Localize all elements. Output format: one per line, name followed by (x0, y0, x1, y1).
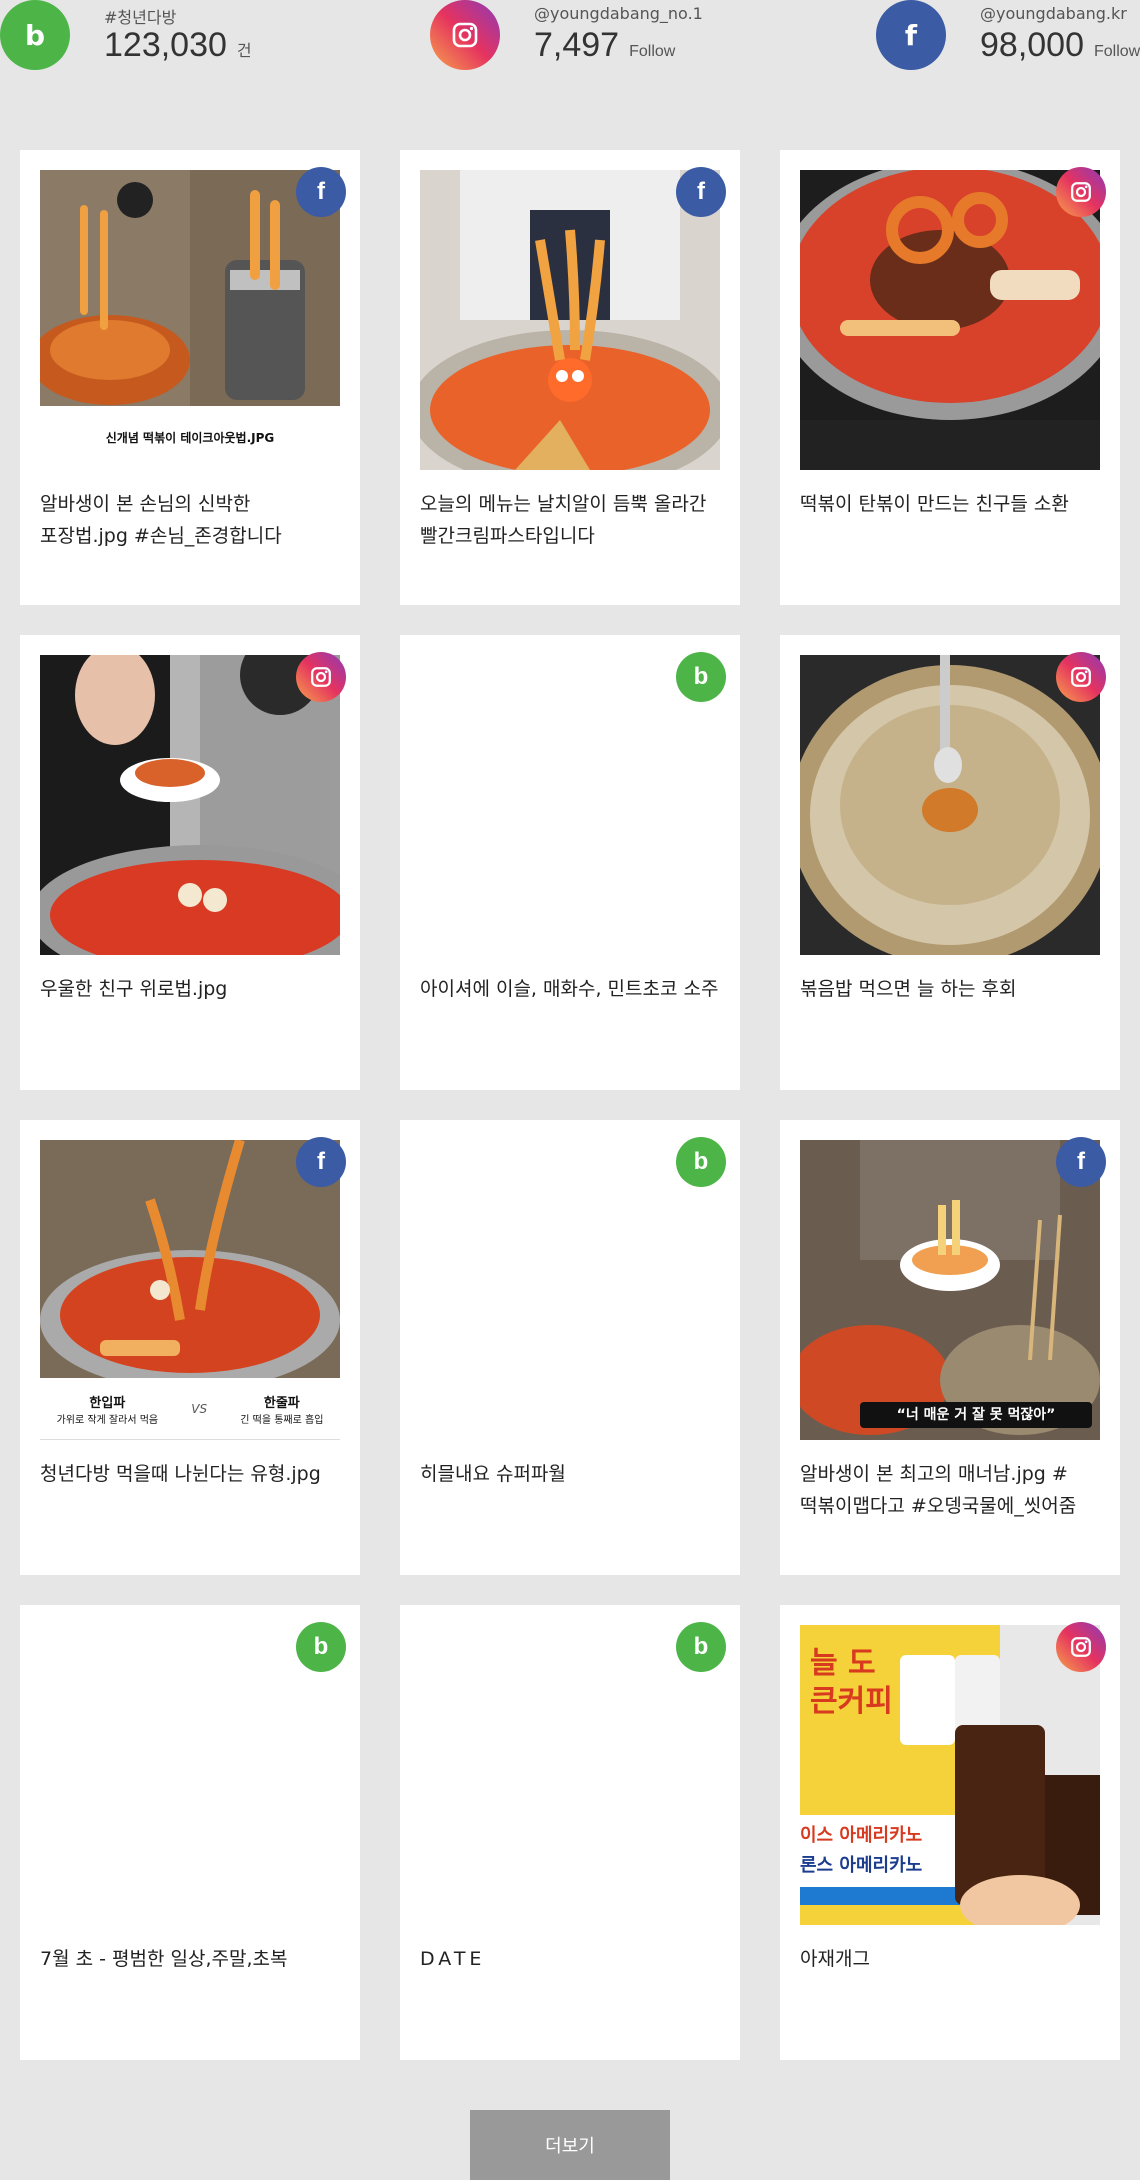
image-caption: 한입파가위로 작게 잘라서 먹음 VS 한줄파긴 떡을 통째로 흡입 (40, 1378, 340, 1440)
post-image[interactable]: 신개념 떡볶이 테이크아웃법.JPG (40, 170, 340, 470)
post-image[interactable] (40, 655, 340, 955)
post-card[interactable]: b 아이셔에 이슬, 매화수, 민트초코 소주 (400, 635, 740, 1090)
blog-icon[interactable]: b (296, 1622, 346, 1672)
post-card[interactable]: b 히믈내요 슈퍼파월 (400, 1120, 740, 1575)
type-vs: VS (191, 1401, 208, 1416)
instagram-handle: @youngdabang_no.1 (534, 4, 703, 23)
post-title[interactable]: 우울한 친구 위로법.jpg (40, 973, 340, 1005)
post-title[interactable]: 오늘의 메뉴는 날치알이 듬뿍 올라간 빨간크림파스타입니다 (420, 488, 720, 552)
post-card[interactable]: 우울한 친구 위로법.jpg (20, 635, 360, 1090)
post-card[interactable]: b 7월 초 - 평범한 일상,주말,초복 (20, 1605, 360, 2060)
instagram-count: 7,497 Follow (534, 26, 676, 64)
post-card[interactable]: 신개념 떡볶이 테이크아웃법.JPG f 알바생이 본 손님의 신박한 포장법.jp… (20, 150, 360, 605)
post-card[interactable]: f 오늘의 메뉴는 날치알이 듬뿍 올라간 빨간크림파스타입니다 (400, 150, 740, 605)
load-more-button[interactable]: 더보기 (470, 2110, 670, 2180)
type-left-title: 한입파 (89, 1395, 126, 1411)
instagram-icon[interactable] (430, 0, 500, 70)
facebook-icon[interactable]: f (876, 0, 946, 70)
instagram-count-unit: Follow (629, 43, 676, 60)
instagram-icon[interactable] (296, 652, 346, 702)
post-card[interactable]: 떡볶이 탄볶이 만드는 친구들 소환 (780, 150, 1120, 605)
post-image[interactable] (420, 170, 720, 470)
post-card[interactable]: b DATE (400, 1605, 740, 2060)
blog-handle: #청년다방 (104, 8, 177, 27)
post-image[interactable] (800, 655, 1100, 955)
facebook-icon[interactable]: f (676, 167, 726, 217)
coffee-menu-text: 이스 아메리카노 론스 아메리카노 (800, 1825, 923, 1876)
social-stats-bar: b #청년다방 123,030 건 @youngdabang_no.1 7,497… (0, 0, 1140, 80)
image-caption: 신개념 떡볶이 테이크아웃법.JPG (40, 406, 340, 470)
post-image[interactable]: 늘 도 큰커피 이스 아메리카노 론스 아메리카노 (800, 1625, 1100, 1925)
facebook-count: 98,000 Follow (980, 26, 1140, 64)
post-image[interactable] (800, 170, 1100, 470)
post-title[interactable]: 아이셔에 이슬, 매화수, 민트초코 소주 (420, 973, 720, 1005)
blog-icon[interactable]: b (676, 652, 726, 702)
post-title[interactable]: 아재개그 (800, 1943, 1100, 1975)
blog-count-unit: 건 (236, 43, 252, 60)
post-image[interactable]: “너 매운 거 잘 못 먹잖아” (800, 1140, 1100, 1440)
post-title[interactable]: 히믈내요 슈퍼파월 (420, 1458, 720, 1490)
facebook-icon[interactable]: f (1056, 1137, 1106, 1187)
post-card[interactable]: 한입파가위로 작게 잘라서 먹음 VS 한줄파긴 떡을 통째로 흡입 f 청년다방… (20, 1120, 360, 1575)
post-title[interactable]: 7월 초 - 평범한 일상,주말,초복 (40, 1943, 340, 1975)
blog-count: 123,030 건 (104, 26, 252, 64)
post-title[interactable]: 떡볶이 탄볶이 만드는 친구들 소환 (800, 488, 1100, 520)
post-title[interactable]: 청년다방 먹을때 나뉜다는 유형.jpg (40, 1458, 340, 1490)
facebook-count-unit: Follow (1094, 43, 1140, 60)
instagram-icon[interactable] (1056, 1622, 1106, 1672)
image-caption: “너 매운 거 잘 못 먹잖아” (896, 1407, 1056, 1423)
blog-icon[interactable]: b (676, 1622, 726, 1672)
coffee-sign-text: 늘 도 큰커피 (810, 1646, 893, 1719)
post-card[interactable]: “너 매운 거 잘 못 먹잖아” f 알바생이 본 최고의 매너남.jpg #떡볶이… (780, 1120, 1120, 1575)
instagram-icon[interactable] (1056, 167, 1106, 217)
post-card[interactable]: 늘 도 큰커피 이스 아메리카노 론스 아메리카노 아재개그 (780, 1605, 1120, 2060)
post-title[interactable]: 알바생이 본 손님의 신박한 포장법.jpg #손님_존경합니다 (40, 488, 340, 552)
facebook-icon[interactable]: f (296, 167, 346, 217)
type-left-sub: 가위로 작게 잘라서 먹음 (56, 1414, 159, 1426)
type-right-title: 한줄파 (263, 1395, 300, 1411)
blog-icon[interactable]: b (0, 0, 70, 70)
post-title[interactable]: DATE (420, 1943, 720, 1975)
facebook-handle: @youngdabang.kr (980, 4, 1127, 23)
type-right-sub: 긴 떡을 통째로 흡입 (240, 1414, 324, 1426)
blog-icon[interactable]: b (676, 1137, 726, 1187)
post-title[interactable]: 알바생이 본 최고의 매너남.jpg #떡볶이맵다고 #오뎅국물에_씻어줌 (800, 1458, 1100, 1522)
post-image[interactable]: 한입파가위로 작게 잘라서 먹음 VS 한줄파긴 떡을 통째로 흡입 (40, 1140, 340, 1440)
post-card[interactable]: 볶음밥 먹으면 늘 하는 후회 (780, 635, 1120, 1090)
instagram-icon[interactable] (1056, 652, 1106, 702)
facebook-icon[interactable]: f (296, 1137, 346, 1187)
post-title[interactable]: 볶음밥 먹으면 늘 하는 후회 (800, 973, 1100, 1005)
